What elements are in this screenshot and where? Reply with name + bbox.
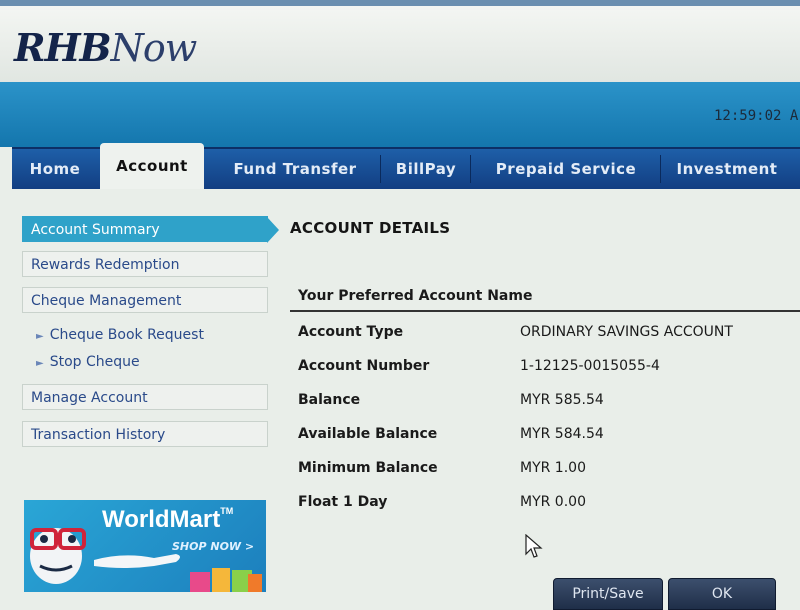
row-value: ORDINARY SAVINGS ACCOUNT: [520, 324, 733, 340]
row-value: MYR 0.00: [520, 494, 586, 510]
row-label: Account Number: [298, 358, 430, 374]
shopping-bags-icon: [190, 568, 262, 592]
sidebar-subitem-label: Stop Cheque: [49, 354, 140, 370]
logo-text-part2: Now: [110, 26, 198, 70]
mascot-icon: [30, 528, 86, 584]
header-banner: [0, 82, 800, 147]
ok-button[interactable]: OK: [668, 578, 776, 610]
sidebar-item-account-summary[interactable]: Account Summary: [22, 216, 279, 243]
bullet-icon: ►: [36, 358, 44, 369]
tab-separator: [470, 155, 471, 183]
table-row: Account Type ORDINARY SAVINGS ACCOUNT: [290, 315, 800, 349]
tab-fund-transfer[interactable]: Fund Transfer: [210, 149, 380, 189]
sidebar-subitem-cheque-book-request[interactable]: ► Cheque Book Request: [36, 324, 204, 346]
promo-shop-now: SHOP NOW >: [172, 540, 255, 553]
worldmart-promo-banner[interactable]: WorldMartTM SHOP NOW >: [24, 500, 266, 592]
table-row: Balance MYR 585.54: [290, 383, 800, 417]
promo-title-text: WorldMart: [102, 506, 221, 533]
header-logo-bar: RHBNow: [0, 0, 800, 88]
tab-prepaid-service[interactable]: Prepaid Service: [472, 149, 660, 189]
row-value: MYR 1.00: [520, 460, 586, 476]
row-label: Minimum Balance: [298, 460, 438, 476]
tab-account[interactable]: Account: [100, 143, 204, 189]
tab-investment[interactable]: Investment: [662, 149, 792, 189]
tab-billpay[interactable]: BillPay: [382, 149, 470, 189]
bullet-icon: ►: [36, 331, 44, 342]
row-label: Account Type: [298, 324, 404, 340]
logo-text-part1: RHB: [14, 25, 112, 70]
sidebar-item-rewards-redemption[interactable]: Rewards Redemption: [22, 251, 268, 277]
row-value: MYR 584.54: [520, 426, 604, 442]
main-nav-tabbar: Home Account Fund Transfer BillPay Prepa…: [12, 143, 800, 189]
tab-separator: [380, 155, 381, 183]
table-row: Account Number 1-12125-0015055-4: [290, 349, 800, 383]
row-value: 1-12125-0015055-4: [520, 358, 660, 374]
tab-separator: [660, 155, 661, 183]
sidebar-subitem-stop-cheque[interactable]: ► Stop Cheque: [36, 351, 140, 373]
sidebar-subitem-label: Cheque Book Request: [49, 327, 204, 343]
table-row: Minimum Balance MYR 1.00: [290, 451, 800, 485]
tab-home[interactable]: Home: [12, 149, 98, 189]
sidebar-item-manage-account[interactable]: Manage Account: [22, 384, 268, 410]
mouse-cursor-icon: [525, 534, 543, 558]
promo-trademark: TM: [220, 506, 234, 516]
table-row: Float 1 Day MYR 0.00: [290, 485, 800, 519]
session-clock: 12:59:02 A: [714, 108, 799, 124]
promo-title: WorldMartTM: [102, 506, 233, 534]
sidebar-item-cheque-management[interactable]: Cheque Management: [22, 287, 268, 313]
table-row: Available Balance MYR 584.54: [290, 417, 800, 451]
row-label: Float 1 Day: [298, 494, 388, 510]
row-label: Balance: [298, 392, 361, 408]
row-value: MYR 585.54: [520, 392, 604, 408]
print-save-button[interactable]: Print/Save: [553, 578, 663, 610]
pointing-hand-icon: [94, 554, 180, 568]
page-title: ACCOUNT DETAILS: [290, 219, 451, 237]
row-label: Available Balance: [298, 426, 438, 442]
rhb-now-logo[interactable]: RHBNow: [14, 25, 198, 70]
preferred-account-name-header: Your Preferred Account Name: [290, 280, 800, 312]
sidebar-item-transaction-history[interactable]: Transaction History: [22, 421, 268, 447]
